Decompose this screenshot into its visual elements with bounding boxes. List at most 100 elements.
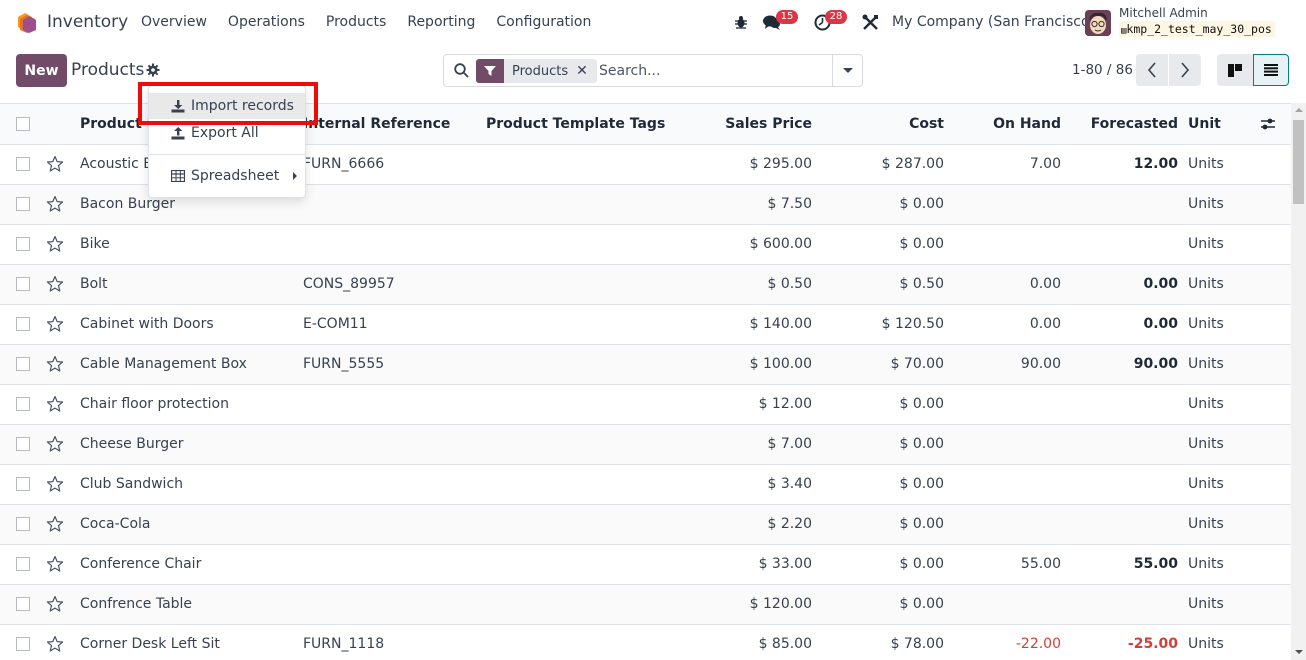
favorite-star-icon[interactable] xyxy=(46,475,64,493)
product-template-tags[interactable] xyxy=(486,264,666,304)
table-row[interactable]: Bike $ 600.00 $ 0.00 Units xyxy=(0,224,1291,264)
favorite-star-icon[interactable] xyxy=(46,355,64,373)
search-input[interactable] xyxy=(599,61,829,81)
favorite-star-icon[interactable] xyxy=(46,595,64,613)
forecasted[interactable] xyxy=(1061,384,1178,424)
unit[interactable]: Units xyxy=(1178,304,1248,344)
row-checkbox[interactable] xyxy=(16,317,30,331)
header-sales-price[interactable]: Sales Price xyxy=(666,104,812,145)
tools-icon[interactable] xyxy=(862,14,879,31)
row-checkbox[interactable] xyxy=(16,637,30,651)
unit[interactable]: Units xyxy=(1178,464,1248,504)
internal-reference[interactable]: FURN_1118 xyxy=(303,624,486,660)
forecasted[interactable]: 55.00 xyxy=(1061,544,1178,584)
unit[interactable]: Units xyxy=(1178,544,1248,584)
favorite-star-icon[interactable] xyxy=(46,275,64,293)
internal-reference[interactable] xyxy=(303,504,486,544)
header-unit[interactable]: Unit xyxy=(1178,104,1248,145)
cost[interactable]: $ 0.00 xyxy=(812,504,944,544)
table-row[interactable]: Confrence Table $ 120.00 $ 0.00 Units xyxy=(0,584,1291,624)
sales-price[interactable]: $ 85.00 xyxy=(666,624,812,660)
cost[interactable]: $ 0.00 xyxy=(812,384,944,424)
on-hand[interactable] xyxy=(944,384,1061,424)
sales-price[interactable]: $ 0.50 xyxy=(666,264,812,304)
row-checkbox[interactable] xyxy=(16,517,30,531)
unit[interactable]: Units xyxy=(1178,264,1248,304)
unit[interactable]: Units xyxy=(1178,584,1248,624)
bug-icon[interactable] xyxy=(734,15,748,29)
user-name[interactable]: Mitchell Admin xyxy=(1119,6,1208,20)
sales-price[interactable]: $ 600.00 xyxy=(666,224,812,264)
cost[interactable]: $ 287.00 xyxy=(812,144,944,184)
forecasted[interactable]: 0.00 xyxy=(1061,304,1178,344)
menu-operations[interactable]: Operations xyxy=(228,14,305,30)
forecasted[interactable] xyxy=(1061,224,1178,264)
favorite-star-icon[interactable] xyxy=(46,195,64,213)
product-name[interactable]: Club Sandwich xyxy=(80,464,303,504)
forecasted[interactable] xyxy=(1061,504,1178,544)
pager-value[interactable]: 1-80 / 86 xyxy=(1072,62,1133,78)
row-checkbox[interactable] xyxy=(16,277,30,291)
sales-price[interactable]: $ 100.00 xyxy=(666,344,812,384)
export-all-item[interactable]: Export All xyxy=(149,120,305,146)
header-product-template-tags[interactable]: Product Template Tags xyxy=(486,104,666,145)
internal-reference[interactable] xyxy=(303,384,486,424)
favorite-star-icon[interactable] xyxy=(46,315,64,333)
table-row[interactable]: Cable Management Box FURN_5555 $ 100.00 $ 7… xyxy=(0,344,1291,384)
cost[interactable]: $ 0.00 xyxy=(812,424,944,464)
header-forecasted[interactable]: Forecasted xyxy=(1061,104,1178,145)
sales-price[interactable]: $ 140.00 xyxy=(666,304,812,344)
product-template-tags[interactable] xyxy=(486,224,666,264)
favorite-star-icon[interactable] xyxy=(46,635,64,653)
on-hand[interactable]: 55.00 xyxy=(944,544,1061,584)
favorite-star-icon[interactable] xyxy=(46,235,64,253)
import-records-item[interactable]: Import records xyxy=(149,93,305,119)
optional-columns-toggle-icon[interactable] xyxy=(1260,117,1276,131)
product-name[interactable]: Corner Desk Left Sit xyxy=(80,624,303,660)
sales-price[interactable]: $ 2.20 xyxy=(666,504,812,544)
product-name[interactable]: Cable Management Box xyxy=(80,344,303,384)
unit[interactable]: Units xyxy=(1178,424,1248,464)
internal-reference[interactable]: FURN_5555 xyxy=(303,344,486,384)
menu-reporting[interactable]: Reporting xyxy=(407,14,475,30)
on-hand[interactable] xyxy=(944,184,1061,224)
unit[interactable]: Units xyxy=(1178,384,1248,424)
internal-reference[interactable]: CONS_89957 xyxy=(303,264,486,304)
on-hand[interactable] xyxy=(944,504,1061,544)
product-template-tags[interactable] xyxy=(486,184,666,224)
menu-configuration[interactable]: Configuration xyxy=(496,14,591,30)
favorite-star-icon[interactable] xyxy=(46,555,64,573)
forecasted[interactable]: 0.00 xyxy=(1061,264,1178,304)
table-row[interactable]: Conference Chair $ 33.00 $ 0.00 55.00 55.00 U… xyxy=(0,544,1291,584)
header-on-hand[interactable]: On Hand xyxy=(944,104,1061,145)
internal-reference[interactable] xyxy=(303,464,486,504)
gear-icon[interactable] xyxy=(146,63,160,77)
on-hand[interactable]: 0.00 xyxy=(944,264,1061,304)
forecasted[interactable]: 12.00 xyxy=(1061,144,1178,184)
internal-reference[interactable] xyxy=(303,184,486,224)
forecasted[interactable] xyxy=(1061,184,1178,224)
search-options-toggle[interactable] xyxy=(832,55,862,86)
spreadsheet-item[interactable]: Spreadsheet xyxy=(149,163,305,189)
header-cost[interactable]: Cost xyxy=(812,104,944,145)
favorite-star-icon[interactable] xyxy=(46,155,64,173)
product-name[interactable]: Confrence Table xyxy=(80,584,303,624)
company-switcher[interactable]: My Company (San Francisco) xyxy=(892,14,1095,30)
internal-reference[interactable] xyxy=(303,224,486,264)
cost[interactable]: $ 0.50 xyxy=(812,264,944,304)
row-checkbox[interactable] xyxy=(16,237,30,251)
unit[interactable]: Units xyxy=(1178,504,1248,544)
menu-overview[interactable]: Overview xyxy=(141,14,207,30)
on-hand[interactable] xyxy=(944,464,1061,504)
scroll-up-arrow[interactable] xyxy=(1295,108,1303,112)
internal-reference[interactable] xyxy=(303,584,486,624)
sales-price[interactable]: $ 12.00 xyxy=(666,384,812,424)
internal-reference[interactable] xyxy=(303,544,486,584)
product-template-tags[interactable] xyxy=(486,144,666,184)
product-name[interactable]: Chair floor protection xyxy=(80,384,303,424)
product-name[interactable]: Conference Chair xyxy=(80,544,303,584)
product-template-tags[interactable] xyxy=(486,424,666,464)
row-checkbox[interactable] xyxy=(16,477,30,491)
product-template-tags[interactable] xyxy=(486,624,666,660)
list-view-button[interactable] xyxy=(1253,54,1289,86)
